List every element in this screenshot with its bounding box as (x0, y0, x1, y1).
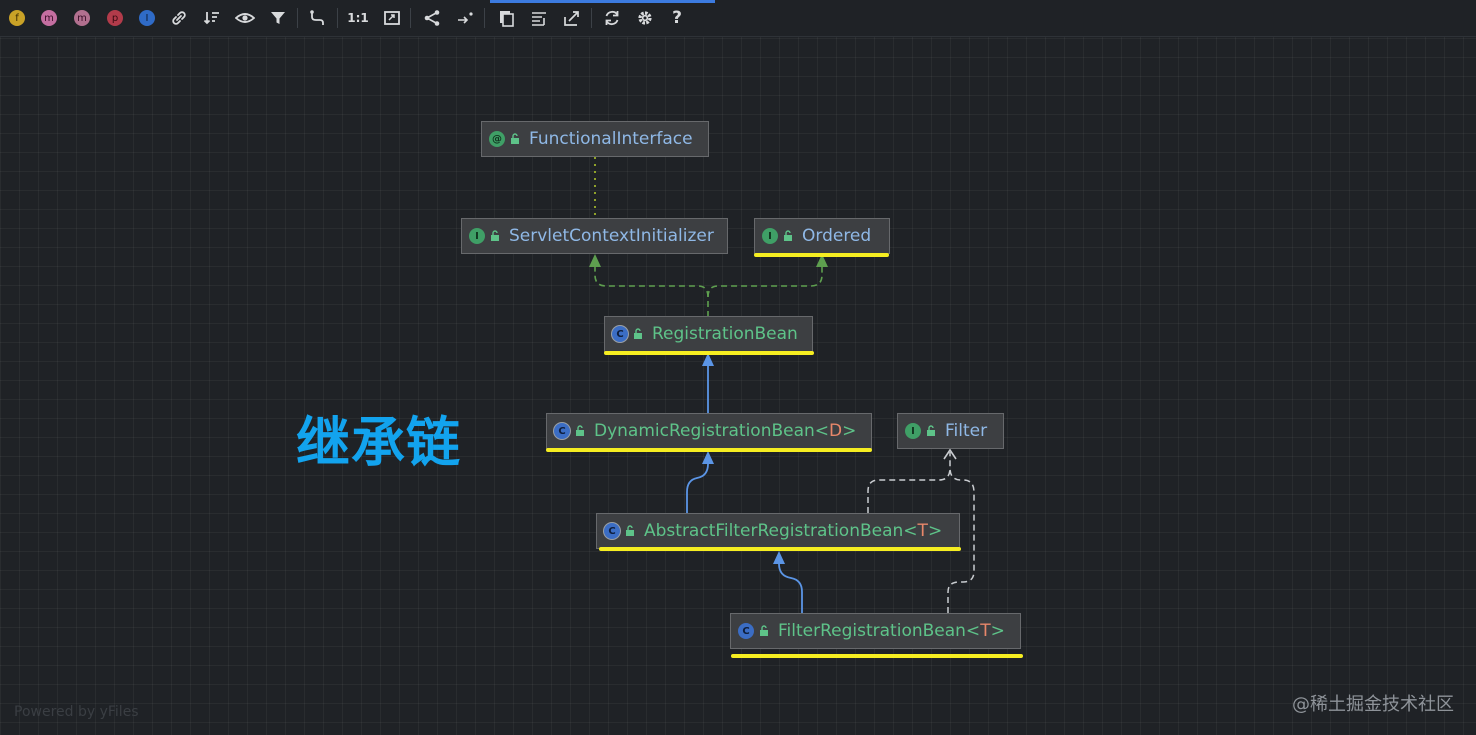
arrow-extends-dynamic (702, 451, 714, 464)
type-parameter: T (917, 521, 928, 541)
edge-registration-implements-ordered (707, 266, 823, 298)
annotation-icon: @ (489, 131, 505, 147)
class-icon: C (738, 623, 754, 639)
node-label: FunctionalInterface (529, 129, 693, 149)
lock-icon (927, 425, 935, 436)
node-functional-interface[interactable]: @ FunctionalInterface (481, 121, 709, 157)
node-label: AbstractFilterRegistrationBean< (644, 521, 918, 541)
highlight-dynamic-registration-bean (546, 448, 872, 452)
lock-icon (784, 230, 792, 241)
inheritance-chain-title: 继承链 (296, 411, 461, 474)
type-bracket-close: > (842, 421, 857, 441)
watermark-text: @稀土掘金技术社区 (1292, 694, 1454, 715)
node-label: Filter (945, 421, 988, 441)
node-filter[interactable]: I Filter (897, 413, 1004, 449)
type-bracket-close: > (927, 521, 943, 541)
arrow-extends-abstract (773, 551, 785, 564)
abstract-class-icon: C (604, 523, 620, 539)
lock-icon (491, 230, 499, 241)
lock-icon (626, 525, 634, 536)
highlight-ordered (754, 253, 889, 257)
node-label: ServletContextInitializer (509, 226, 714, 246)
edge-filter-registration-extends-abstract (778, 563, 803, 613)
abstract-class-icon: C (612, 326, 628, 342)
highlight-registration-bean (604, 351, 814, 355)
node-dynamic-registration-bean[interactable]: C DynamicRegistrationBean< D > (546, 413, 872, 449)
interface-icon: I (762, 228, 778, 244)
edge-registration-implements-servlet (594, 266, 709, 317)
node-label: DynamicRegistrationBean< (594, 421, 830, 441)
node-registration-bean[interactable]: C RegistrationBean (604, 316, 813, 352)
highlight-filter-registration-bean (731, 654, 1023, 658)
highlight-abstract-filter-registration-bean (599, 547, 961, 551)
arrow-implements-servlet (589, 254, 601, 267)
lock-icon (760, 625, 768, 636)
lock-icon (511, 133, 519, 144)
edge-abstract-extends-dynamic (686, 463, 709, 513)
node-label: FilterRegistrationBean< (778, 621, 981, 641)
interface-icon: I (469, 228, 485, 244)
type-parameter: T (980, 621, 991, 641)
interface-icon: I (905, 423, 921, 439)
lock-icon (634, 328, 642, 339)
edge-abstract-implements-filter (867, 452, 951, 513)
node-ordered[interactable]: I Ordered (754, 218, 890, 254)
node-abstract-filter-registration-bean[interactable]: C AbstractFilterRegistrationBean< T > (596, 513, 960, 549)
node-label: Ordered (802, 226, 872, 246)
type-bracket-close: > (990, 621, 1005, 641)
abstract-class-icon: C (554, 423, 570, 439)
node-servlet-context-initializer[interactable]: I ServletContextInitializer (461, 218, 728, 254)
node-label: RegistrationBean (652, 324, 798, 344)
lock-icon (576, 425, 584, 436)
node-filter-registration-bean[interactable]: C FilterRegistrationBean< T > (730, 613, 1021, 649)
powered-by-label: Powered by yFiles (14, 704, 139, 720)
type-parameter: D (829, 421, 843, 441)
